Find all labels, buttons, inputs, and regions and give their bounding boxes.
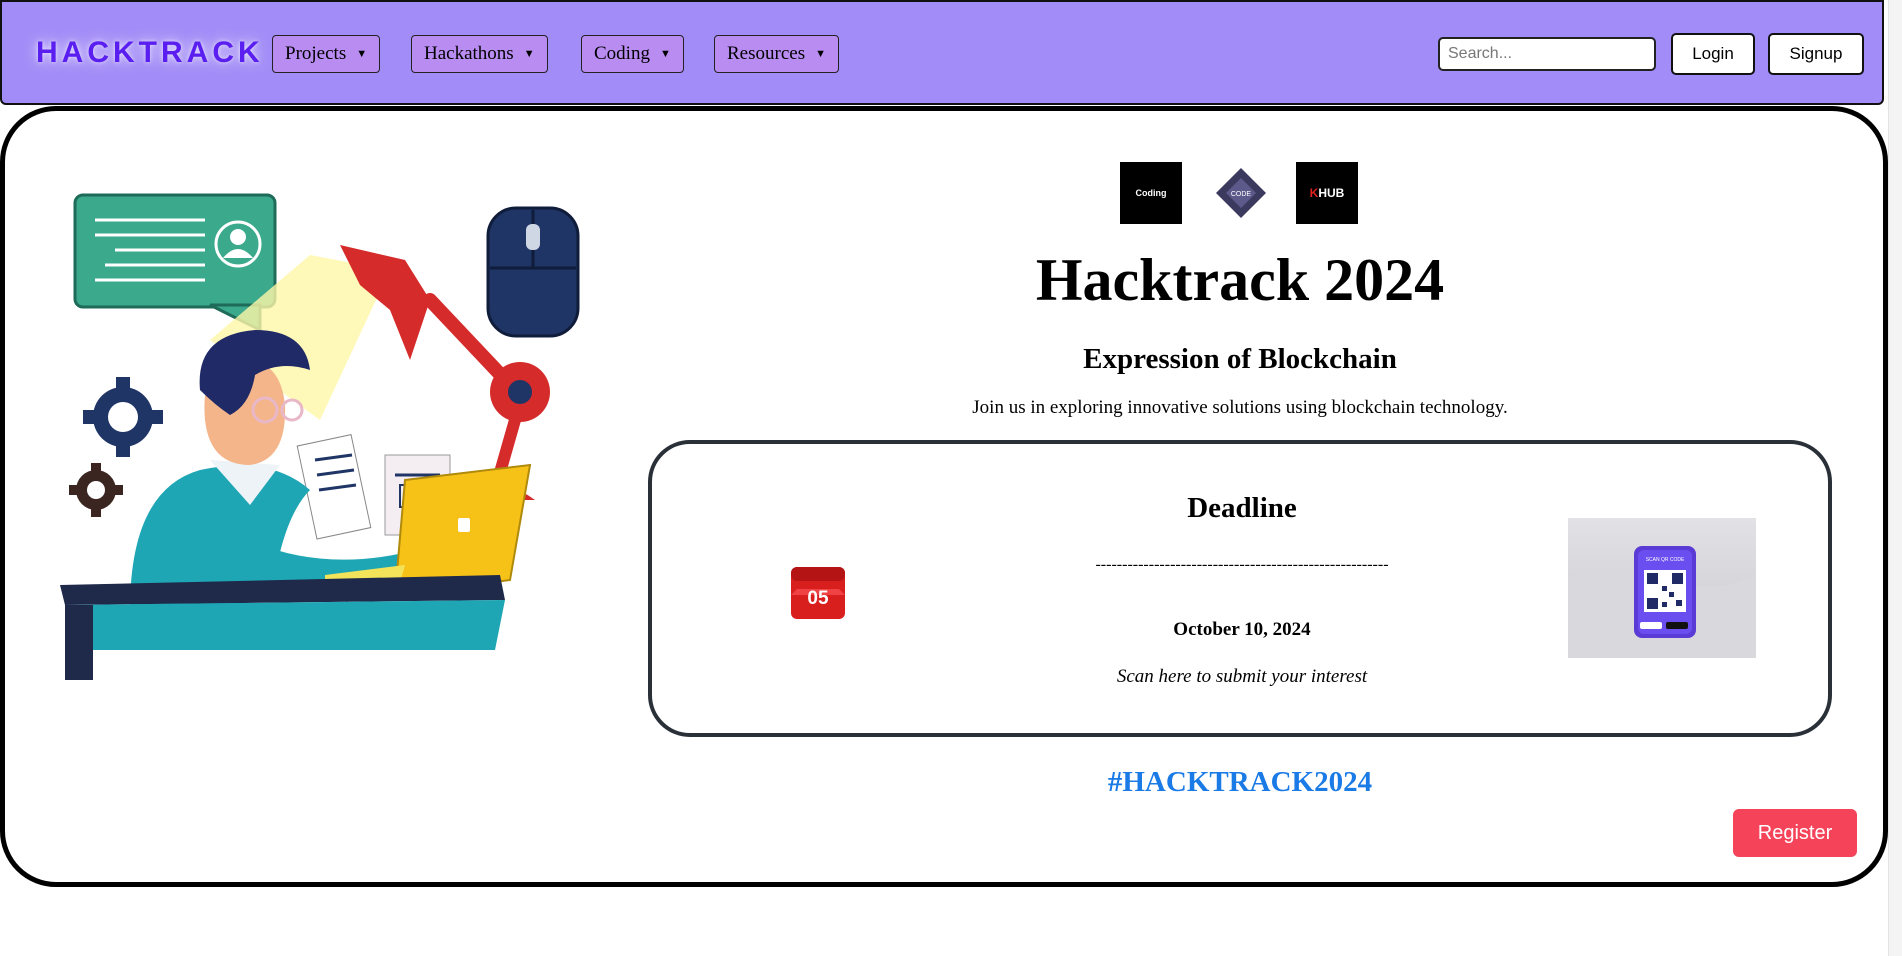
desk-icon (60, 575, 505, 680)
deadline-note: Scan here to submit your interest (1116, 666, 1368, 687)
qr-caption: SCAN QR CODE (1646, 557, 1685, 563)
khub-sponsor-logo: K HUB (1296, 162, 1358, 224)
event-hashtag: #HACKTRACK2024 (1107, 766, 1373, 798)
sponsor-logos: Coding CODE K HUB (1120, 162, 1360, 224)
caret-down-icon: ▼ (523, 48, 535, 60)
coding-menu-label: Coding (594, 43, 650, 64)
projects-menu-button[interactable]: Projects ▼ (272, 35, 381, 73)
caret-down-icon: ▼ (815, 48, 826, 60)
event-tagline: Join us in exploring innovative solution… (972, 397, 1508, 418)
deadline-divider: ----------------------------------------… (1095, 556, 1389, 573)
deadline-heading: Deadline (1187, 492, 1297, 524)
projects-menu-label: Projects (285, 43, 347, 64)
resources-menu-button[interactable]: Resources ▼ (714, 35, 839, 73)
developer-illustration (60, 193, 580, 680)
gear-icon (83, 377, 163, 457)
coding-sponsor-text: Coding (1135, 188, 1167, 198)
diamond-code-icon: CODE (1216, 168, 1266, 218)
qr-code-icon: SCAN QR CODE (1568, 546, 1756, 658)
caret-down-icon: ▼ (356, 48, 368, 60)
hackathons-menu-button[interactable]: Hackathons ▼ (411, 35, 548, 73)
mouse-icon (486, 206, 580, 338)
event-subtitle: Expression of Blockchain (1083, 343, 1397, 375)
event-title: Hacktrack 2024 (1035, 247, 1445, 313)
deadline-date: October 10, 2024 (1173, 619, 1311, 640)
search-input[interactable] (1438, 37, 1656, 71)
khub-sponsor-text-k: K (1309, 186, 1319, 200)
qr-code-image[interactable]: SCAN QR CODE (1568, 518, 1756, 658)
page-scrollbar[interactable] (1888, 0, 1902, 956)
code-sponsor-text: CODE (1231, 191, 1252, 198)
hackathons-menu-label: Hackathons (424, 43, 514, 64)
register-button[interactable]: Register (1733, 809, 1857, 857)
gear-icon (69, 463, 123, 517)
caret-down-icon: ▼ (659, 48, 671, 60)
site-logo[interactable]: HACKTRACK (36, 36, 264, 70)
developer-person-icon (130, 330, 422, 610)
calendar-icon: 05 (791, 567, 845, 619)
khub-sponsor-text: HUB (1318, 186, 1345, 200)
top-navbar: HACKTRACK Projects ▼ Hackathons ▼ Coding… (0, 0, 1884, 105)
code-sponsor-logo: CODE (1210, 162, 1272, 224)
chat-bubble-icon (73, 193, 277, 333)
resources-menu-label: Resources (727, 43, 806, 64)
coding-menu-button[interactable]: Coding ▼ (581, 35, 684, 73)
login-button[interactable]: Login (1671, 33, 1755, 75)
coding-sponsor-logo: Coding (1120, 162, 1182, 224)
signup-button[interactable]: Signup (1768, 33, 1864, 75)
deadline-panel: 05 Deadline ----------------------------… (648, 440, 1832, 737)
calendar-day: 05 (807, 588, 829, 609)
